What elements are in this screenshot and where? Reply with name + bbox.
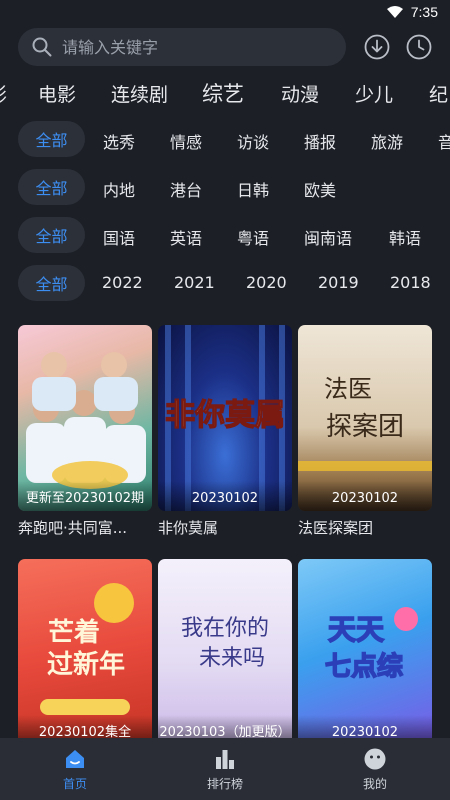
search-box[interactable] <box>18 28 346 66</box>
tab-documentary[interactable]: 纪 <box>429 80 448 107</box>
nav-home[interactable]: 首页 <box>0 738 150 800</box>
download-icon[interactable] <box>364 34 390 60</box>
card-title: 奔跑吧·共同富... <box>18 519 128 537</box>
status-time: 7:35 <box>410 4 438 20</box>
show-card[interactable]: 芒着 过新年 20230102集全 <box>18 559 152 745</box>
filter-row-language: 全部 国语 英语 粤语 闽南语 韩语 <box>0 217 450 255</box>
chip-region[interactable]: 港台 <box>170 177 202 201</box>
chip-genre[interactable]: 播报 <box>304 129 336 153</box>
card-title: 法医探案团 <box>298 519 374 537</box>
poster-logo-text-1: 法医 <box>324 375 372 403</box>
tab-variety[interactable]: 综艺 <box>202 78 244 108</box>
chip-region[interactable]: 欧美 <box>304 177 336 201</box>
show-card[interactable]: 非你莫属 20230102 非你莫属 <box>158 325 292 538</box>
ranking-icon <box>216 749 234 769</box>
poster-logo-text-2: 探案团 <box>326 412 404 442</box>
chip-region[interactable]: 日韩 <box>237 177 269 201</box>
nav-ranking[interactable]: 排行榜 <box>150 738 300 800</box>
poster-logo-text-1: 天天 <box>328 613 384 646</box>
tab-series[interactable]: 连续剧 <box>111 80 168 107</box>
search-icon <box>32 37 52 57</box>
card-title: 非你莫属 <box>158 519 219 537</box>
chip-genre[interactable]: 音 <box>438 129 450 153</box>
chip-language[interactable]: 粤语 <box>237 225 269 249</box>
show-poster[interactable]: 我在你的 未来吗 20230103（加更版） <box>158 559 292 745</box>
chip-language[interactable]: 国语 <box>103 225 135 249</box>
poster-caption: 更新至20230102期 <box>18 481 152 511</box>
show-poster[interactable]: 天天 七点综 20230102 <box>298 559 432 745</box>
poster-logo-text-1: 我在你的 <box>181 616 269 641</box>
tab-partial-left[interactable]: 影 <box>0 80 7 107</box>
poster-logo-text: 非你莫属 <box>165 398 285 433</box>
show-poster[interactable]: 非你莫属 20230102 <box>158 325 292 511</box>
tab-kids[interactable]: 少儿 <box>355 80 393 107</box>
show-card[interactable]: 我在你的 未来吗 20230103（加更版） <box>158 559 292 745</box>
search-input[interactable] <box>62 37 312 57</box>
chip-year[interactable]: 2021 <box>174 273 215 292</box>
chip-genre[interactable]: 访谈 <box>237 129 269 153</box>
chip-genre[interactable]: 情感 <box>170 129 202 153</box>
status-bar: 7:35 <box>0 0 450 24</box>
poster-logo-text-2: 过新年 <box>47 649 125 680</box>
chip-genre[interactable]: 选秀 <box>103 129 135 153</box>
chip-language[interactable]: 英语 <box>170 225 202 249</box>
filter-row-region: 全部 内地 港台 日韩 欧美 <box>0 169 450 207</box>
chip-genre[interactable]: 旅游 <box>371 129 403 153</box>
chip-all-region[interactable]: 全部 <box>18 169 85 205</box>
nav-ranking-label: 排行榜 <box>206 776 243 791</box>
chip-year[interactable]: 2022 <box>102 273 143 292</box>
poster-caption: 20230102 <box>158 481 292 511</box>
chip-language[interactable]: 韩语 <box>389 225 421 249</box>
chip-all-year[interactable]: 全部 <box>18 265 85 301</box>
wifi-icon <box>386 6 403 18</box>
poster-logo-text-1: 芒着 <box>48 617 100 648</box>
chip-all-genre[interactable]: 全部 <box>18 121 85 157</box>
nav-profile-label: 我的 <box>362 776 387 791</box>
poster-logo-text-2: 未来吗 <box>199 646 265 671</box>
show-poster[interactable]: 芒着 过新年 20230102集全 <box>18 559 152 745</box>
category-tabs: 影 电影 连续剧 综艺 动漫 少儿 纪 <box>0 72 450 116</box>
chip-year[interactable]: 2019 <box>318 273 359 292</box>
nav-profile[interactable]: 我的 <box>300 738 450 800</box>
filter-row-year: 全部 2022 2021 2020 2019 2018 <box>0 265 450 303</box>
chip-year[interactable]: 2020 <box>246 273 287 292</box>
tab-anime[interactable]: 动漫 <box>281 80 319 107</box>
history-icon[interactable] <box>406 34 432 60</box>
show-poster[interactable]: 更新至20230102期 <box>18 325 152 511</box>
search-row <box>0 28 450 66</box>
show-card[interactable]: 法医 探案团 20230102 法医探案团 <box>298 325 432 538</box>
poster-caption: 20230102 <box>298 481 432 511</box>
chip-language[interactable]: 闽南语 <box>304 225 352 249</box>
profile-icon <box>364 748 386 769</box>
chip-region[interactable]: 内地 <box>103 177 135 201</box>
nav-home-label: 首页 <box>62 776 87 791</box>
bottom-nav: 首页 排行榜 我的 <box>0 738 450 800</box>
home-icon <box>66 749 84 768</box>
show-poster[interactable]: 法医 探案团 20230102 <box>298 325 432 511</box>
poster-logo-text-2: 七点综 <box>325 651 403 682</box>
chip-all-language[interactable]: 全部 <box>18 217 85 253</box>
tab-movies[interactable]: 电影 <box>38 80 76 107</box>
show-card[interactable]: 天天 七点综 20230102 <box>298 559 432 745</box>
show-card[interactable]: 更新至20230102期 奔跑吧·共同富... <box>18 325 152 538</box>
filter-row-genre: 全部 选秀 情感 访谈 播报 旅游 音 <box>0 121 450 159</box>
chip-year[interactable]: 2018 <box>390 273 431 292</box>
